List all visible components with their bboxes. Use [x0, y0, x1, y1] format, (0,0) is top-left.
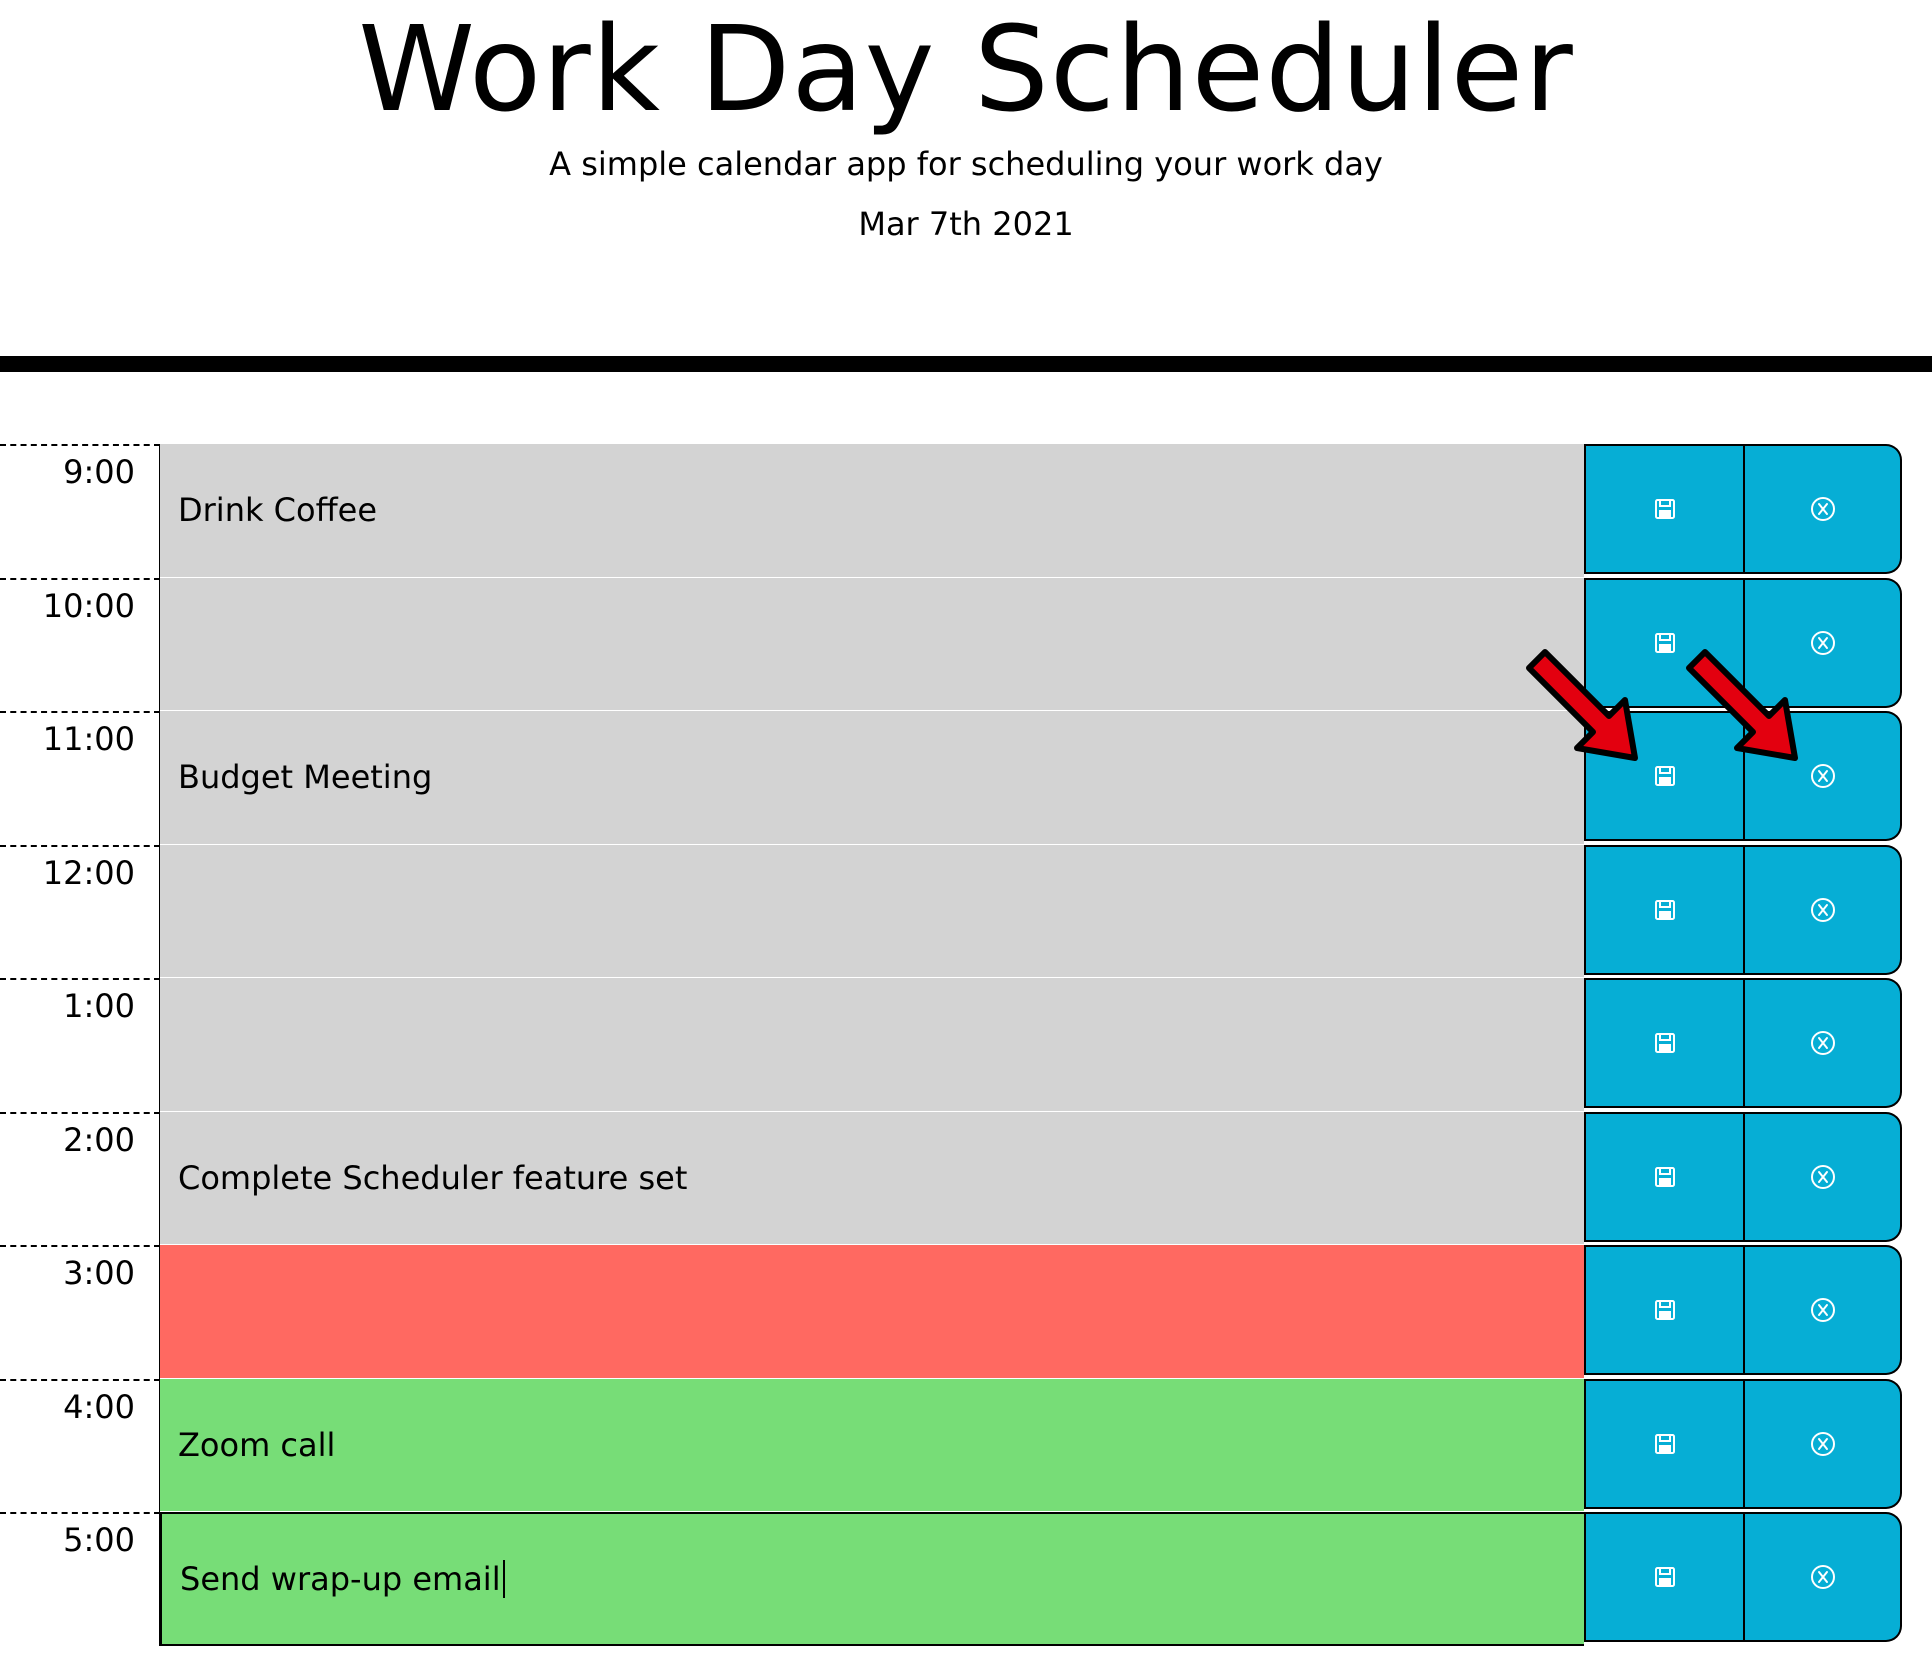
- floppy-disk-icon: [1654, 1433, 1676, 1455]
- event-textarea[interactable]: Budget Meeting: [160, 711, 1584, 845]
- floppy-disk-icon: [1654, 765, 1676, 787]
- floppy-disk-icon: [1654, 1032, 1676, 1054]
- circle-x-icon: [1810, 496, 1836, 522]
- hour-label: 3:00: [0, 1245, 160, 1379]
- circle-x-icon: [1810, 1431, 1836, 1457]
- header: Work Day Scheduler A simple calendar app…: [0, 0, 1932, 372]
- clear-button[interactable]: [1744, 1245, 1902, 1375]
- hour-label: 9:00: [0, 444, 160, 578]
- time-block: 12:00: [0, 844, 1932, 978]
- circle-x-icon: [1810, 897, 1836, 923]
- save-button[interactable]: [1584, 1512, 1744, 1642]
- clear-button[interactable]: [1744, 844, 1902, 975]
- event-textarea[interactable]: [160, 978, 1584, 1112]
- circle-x-icon: [1810, 1030, 1836, 1056]
- event-textarea-focused[interactable]: Send wrap-up email: [160, 1512, 1584, 1646]
- hour-label: 2:00: [0, 1111, 160, 1245]
- time-block: 1:00: [0, 978, 1932, 1112]
- clear-button[interactable]: [1744, 444, 1902, 574]
- time-block: 3:00: [0, 1245, 1932, 1379]
- save-button[interactable]: [1584, 844, 1744, 975]
- floppy-disk-icon: [1654, 1166, 1676, 1188]
- hour-label: 5:00: [0, 1512, 160, 1646]
- event-textarea[interactable]: [160, 1245, 1584, 1379]
- event-textarea[interactable]: [160, 844, 1584, 978]
- hour-label: 12:00: [0, 844, 160, 978]
- circle-x-icon: [1810, 1564, 1836, 1590]
- save-button[interactable]: [1584, 1245, 1744, 1375]
- clear-button[interactable]: [1744, 978, 1902, 1108]
- circle-x-icon: [1810, 1297, 1836, 1323]
- clear-button[interactable]: [1744, 1512, 1902, 1642]
- planner: 9:00 Drink Coffee 10:00 11:00 Budget Mee…: [0, 444, 1932, 1646]
- event-textarea[interactable]: Complete Scheduler feature set: [160, 1111, 1584, 1245]
- floppy-disk-icon: [1654, 632, 1676, 654]
- floppy-disk-icon: [1654, 1299, 1676, 1321]
- floppy-disk-icon: [1654, 1566, 1676, 1588]
- hour-label: 1:00: [0, 978, 160, 1112]
- page-title: Work Day Scheduler: [358, 0, 1574, 138]
- time-block: 5:00 Send wrap-up email: [0, 1512, 1932, 1646]
- event-textarea[interactable]: Zoom call: [160, 1378, 1584, 1512]
- floppy-disk-icon: [1654, 899, 1676, 921]
- save-button[interactable]: [1584, 444, 1744, 574]
- clear-button[interactable]: [1744, 1111, 1902, 1242]
- event-textarea[interactable]: [160, 577, 1584, 711]
- save-button[interactable]: [1584, 1378, 1744, 1509]
- annotation-arrow-save: [1526, 649, 1638, 761]
- time-block: 9:00 Drink Coffee: [0, 444, 1932, 578]
- circle-x-icon: [1810, 630, 1836, 656]
- circle-x-icon: [1810, 1164, 1836, 1190]
- annotation-arrow-clear: [1686, 649, 1798, 761]
- time-block: 2:00 Complete Scheduler feature set: [0, 1111, 1932, 1245]
- floppy-disk-icon: [1654, 498, 1676, 520]
- page-subtitle: A simple calendar app for scheduling you…: [549, 145, 1383, 183]
- circle-x-icon: [1810, 763, 1836, 789]
- hour-label: 10:00: [0, 577, 160, 711]
- clear-button[interactable]: [1744, 1378, 1902, 1509]
- save-button[interactable]: [1584, 1111, 1744, 1242]
- hour-label: 4:00: [0, 1378, 160, 1512]
- time-block: 4:00 Zoom call: [0, 1378, 1932, 1512]
- current-day: Mar 7th 2021: [858, 205, 1074, 243]
- event-textarea[interactable]: Drink Coffee: [160, 444, 1584, 578]
- event-text: Send wrap-up email: [180, 1559, 501, 1598]
- save-button[interactable]: [1584, 978, 1744, 1108]
- hour-label: 11:00: [0, 711, 160, 845]
- text-caret: [502, 1559, 505, 1598]
